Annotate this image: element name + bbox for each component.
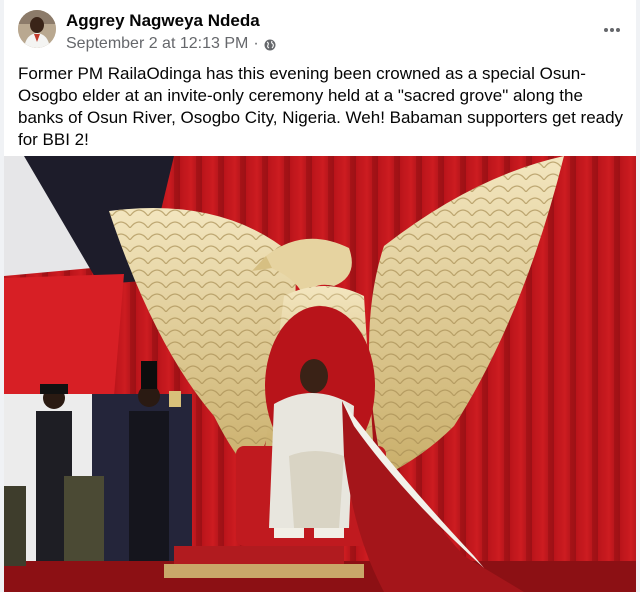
more-options-icon[interactable] bbox=[604, 22, 620, 38]
author-avatar[interactable] bbox=[18, 10, 56, 48]
avatar-image bbox=[18, 10, 56, 48]
throne-ceremony-image bbox=[4, 156, 636, 592]
post-header: Aggrey Nagweya Ndeda September 2 at 12:1… bbox=[4, 0, 636, 60]
post-timestamp[interactable]: September 2 at 12:13 PM bbox=[66, 35, 248, 53]
post-text: Former PM RailaOdinga has this evening b… bbox=[18, 64, 624, 149]
post-meta: September 2 at 12:13 PM · bbox=[66, 35, 276, 53]
post-photo[interactable] bbox=[4, 156, 636, 592]
meta-separator: · bbox=[253, 35, 259, 52]
globe-icon bbox=[264, 38, 276, 51]
feed-post: Aggrey Nagweya Ndeda September 2 at 12:1… bbox=[4, 0, 636, 592]
author-name[interactable]: Aggrey Nagweya Ndeda bbox=[66, 11, 260, 31]
